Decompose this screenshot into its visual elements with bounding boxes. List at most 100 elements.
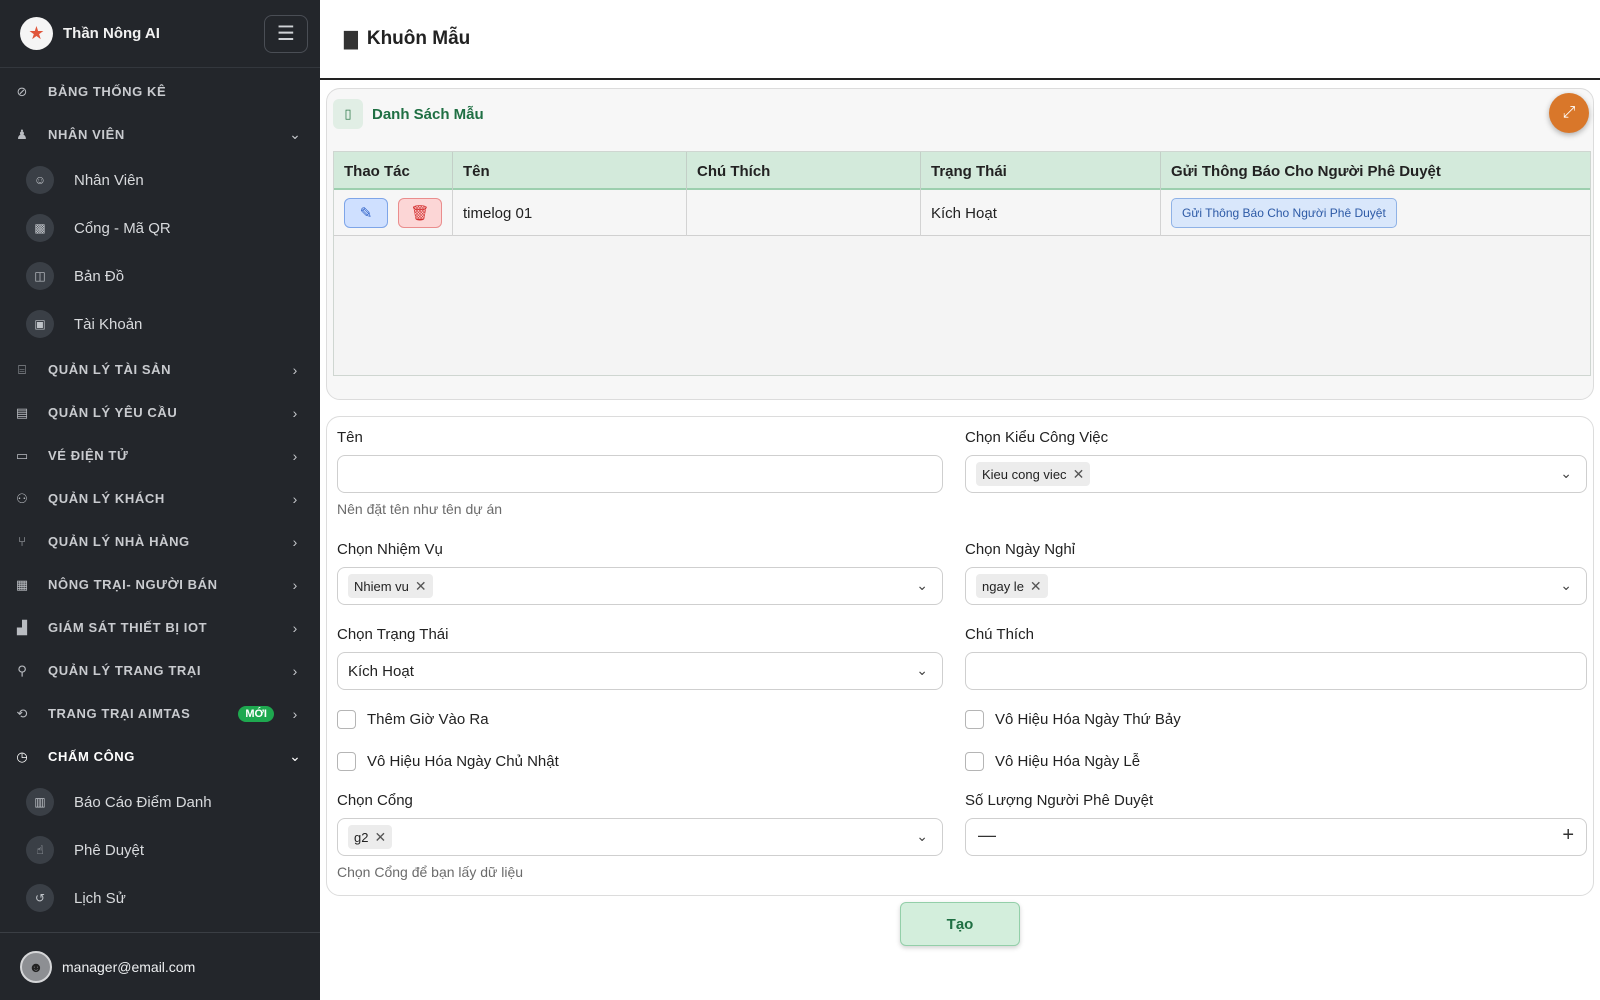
plus-icon[interactable]: + bbox=[1562, 824, 1574, 847]
status-cell: Kích Hoạt bbox=[921, 190, 1161, 236]
sidebar-item-restaurant[interactable]: ⑂ Quản Lý Nhà Hàng › bbox=[0, 520, 320, 563]
checkbox[interactable] bbox=[337, 710, 356, 729]
edit-icon[interactable]: ✎ bbox=[344, 198, 388, 228]
close-icon[interactable]: ✕ bbox=[415, 578, 427, 595]
user-profile[interactable]: ☻ manager@email.com bbox=[0, 932, 320, 1000]
new-badge: MỚI bbox=[238, 705, 274, 722]
sidebar-item-label: Quản Lý Tài Sản bbox=[48, 362, 172, 377]
sidebar: ★ Thần Nông AI ☰ ⊘ Bảng Thống Kê ♟ Nhân … bbox=[0, 0, 320, 1000]
sidebar-item-label: Giám Sát Thiết Bị IOT bbox=[48, 620, 208, 635]
expand-button[interactable]: ⤢ bbox=[1549, 93, 1589, 133]
chevron-right-icon: › bbox=[292, 447, 298, 464]
sidebar-item-label: Chấm Công bbox=[48, 749, 136, 764]
status-select[interactable]: Kích Hoạt ⌄ bbox=[337, 652, 943, 690]
logo-icon: ★ bbox=[20, 17, 53, 50]
status-value: Kích Hoạt bbox=[348, 662, 414, 680]
ticket-icon: ▭ bbox=[15, 447, 29, 463]
table-header: Thao Tác Tên Chú Thích Trạng Thái Gửi Th… bbox=[334, 152, 1590, 190]
checkbox-label: Vô Hiệu Hóa Ngày Lễ bbox=[995, 753, 1141, 770]
sidebar-item-assets[interactable]: ⌸ Quản Lý Tài Sản › bbox=[0, 348, 320, 391]
avatar: ☻ bbox=[20, 950, 52, 983]
factory-icon: ▟ bbox=[17, 619, 27, 635]
sidebar-item-attendance[interactable]: ◷ Chấm Công ⌄ bbox=[0, 735, 320, 778]
dashboard-icon: ⊘ bbox=[16, 83, 28, 99]
column-header[interactable]: Trạng Thái bbox=[921, 152, 1161, 190]
checkbox-disable-saturday[interactable]: Vô Hiệu Hóa Ngày Thứ Bảy bbox=[965, 710, 1181, 729]
checkbox-disable-holiday[interactable]: Vô Hiệu Hóa Ngày Lễ bbox=[965, 752, 1140, 771]
sidebar-subitem-approval[interactable]: ☝ Phê Duyệt bbox=[0, 826, 320, 874]
notify-approver-button[interactable]: Gửi Thông Báo Cho Người Phê Duyệt bbox=[1171, 198, 1397, 228]
sidebar-item-dashboard[interactable]: ⊘ Bảng Thống Kê bbox=[0, 70, 320, 113]
chevron-right-icon: › bbox=[292, 533, 298, 550]
sidebar-subitem-label: Cổng - Mã QR bbox=[74, 219, 171, 237]
gate-select[interactable]: g2 ✕ ⌄ bbox=[337, 818, 943, 856]
trash-icon[interactable]: 🗑 bbox=[398, 198, 442, 228]
sidebar-item-farm-manage[interactable]: ⚲ Quản Lý Trang Trại › bbox=[0, 649, 320, 692]
sidebar-subitem-map[interactable]: ◫ Bản Đồ bbox=[0, 252, 320, 300]
tag-label: ngay le bbox=[982, 578, 1024, 594]
assets-icon: ⌸ bbox=[18, 361, 26, 377]
guests-icon: ⚇ bbox=[16, 490, 28, 506]
column-header[interactable]: Thao Tác bbox=[334, 152, 453, 190]
tag-label: g2 bbox=[354, 829, 369, 845]
close-icon[interactable]: ✕ bbox=[1030, 578, 1042, 595]
minus-icon[interactable]: — bbox=[978, 825, 996, 846]
note-input[interactable] bbox=[965, 652, 1587, 690]
bar-chart-icon: ▇ bbox=[344, 28, 358, 49]
checkbox-disable-sunday[interactable]: Vô Hiệu Hóa Ngày Chủ Nhật bbox=[337, 752, 559, 771]
checkbox-in-out[interactable]: Thêm Giờ Vào Ra bbox=[337, 710, 489, 729]
task-select[interactable]: Nhiem vu ✕ ⌄ bbox=[337, 567, 943, 605]
sidebar-subitem-employee[interactable]: ☺ Nhân Viên bbox=[0, 156, 320, 204]
chevron-down-icon: ⌄ bbox=[916, 828, 928, 844]
sidebar-item-iot[interactable]: ▟ Giám Sát Thiết Bị IOT › bbox=[0, 606, 320, 649]
qr-code-icon: ▩ bbox=[26, 214, 54, 242]
create-button[interactable]: Tạo bbox=[900, 902, 1020, 946]
checkbox[interactable] bbox=[965, 752, 984, 771]
bar-chart-icon: ▥ bbox=[26, 788, 54, 816]
approver-count-stepper[interactable]: — + bbox=[965, 818, 1587, 856]
column-header[interactable]: Gửi Thông Báo Cho Người Phê Duyệt bbox=[1161, 152, 1590, 190]
holiday-select[interactable]: ngay le ✕ ⌄ bbox=[965, 567, 1587, 605]
sidebar-item-label: Quản Lý Yêu Cầu bbox=[48, 405, 178, 420]
chevron-right-icon: › bbox=[292, 662, 298, 679]
checkbox[interactable] bbox=[337, 752, 356, 771]
sidebar-subitem-account[interactable]: ▣ Tài Khoản bbox=[0, 300, 320, 348]
checkbox[interactable] bbox=[965, 710, 984, 729]
chevron-down-icon: ⌄ bbox=[289, 126, 301, 142]
sidebar-subitem-attendance-report[interactable]: ▥ Báo Cáo Điểm Danh bbox=[0, 778, 320, 826]
name-input[interactable] bbox=[337, 455, 943, 493]
sidebar-item-label: Nhân Viên bbox=[48, 127, 125, 142]
column-header[interactable]: Tên bbox=[453, 152, 687, 190]
chevron-down-icon: ⌄ bbox=[1560, 465, 1572, 481]
sidebar-subitem-label: Báo Cáo Điểm Danh bbox=[74, 793, 212, 811]
work-type-select[interactable]: Kieu cong viec ✕ ⌄ bbox=[965, 455, 1587, 493]
menu-toggle-icon[interactable]: ☰ bbox=[264, 14, 308, 53]
name-cell: timelog 01 bbox=[453, 190, 687, 236]
sidebar-item-guests[interactable]: ⚇ Quản Lý Khách › bbox=[0, 477, 320, 520]
sidebar-item-farm-seller[interactable]: ▦ Nông Trại- Người Bán › bbox=[0, 563, 320, 606]
sidebar-subitem-label: Bản Đồ bbox=[74, 267, 125, 285]
sidebar-item-requests[interactable]: ▤ Quản Lý Yêu Cầu › bbox=[0, 391, 320, 434]
history-icon: ↺ bbox=[26, 884, 54, 912]
page-title: Khuôn Mẫu bbox=[366, 28, 471, 49]
sidebar-item-label: Nông Trại- Người Bán bbox=[48, 577, 218, 592]
sidebar-subitem-history[interactable]: ↺ Lịch Sử bbox=[0, 874, 320, 922]
name-hint: Nên đặt tên như tên dự án bbox=[337, 501, 503, 517]
sidebar-item-employee[interactable]: ♟ Nhân Viên ⌄ bbox=[0, 113, 320, 156]
work-type-label: Chọn Kiểu Công Việc bbox=[965, 429, 1109, 446]
sidebar-subitem-gate-qr[interactable]: ▩ Cổng - Mã QR bbox=[0, 204, 320, 252]
column-header[interactable]: Chú Thích bbox=[687, 152, 921, 190]
chevron-right-icon: › bbox=[292, 619, 298, 636]
chevron-down-icon: ⌄ bbox=[916, 577, 928, 593]
sidebar-item-eticket[interactable]: ▭ Vé Điện Tử › bbox=[0, 434, 320, 477]
sidebar-item-aimtas[interactable]: ⟲ Trang Trại AIMTAS MỚI › bbox=[0, 692, 320, 735]
chevron-right-icon: › bbox=[292, 490, 298, 507]
checkbox-label: Vô Hiệu Hóa Ngày Chủ Nhật bbox=[367, 753, 559, 770]
close-icon[interactable]: ✕ bbox=[1073, 466, 1085, 483]
close-icon[interactable]: ✕ bbox=[374, 829, 386, 846]
chevron-down-icon: ⌄ bbox=[916, 662, 928, 678]
template-table: Thao Tác Tên Chú Thích Trạng Thái Gửi Th… bbox=[333, 151, 1591, 376]
sidebar-subitem-label: Lịch Sử bbox=[74, 889, 126, 907]
sidebar-subitem-label: Phê Duyệt bbox=[74, 841, 145, 859]
tractor-icon: ⚲ bbox=[17, 662, 27, 678]
